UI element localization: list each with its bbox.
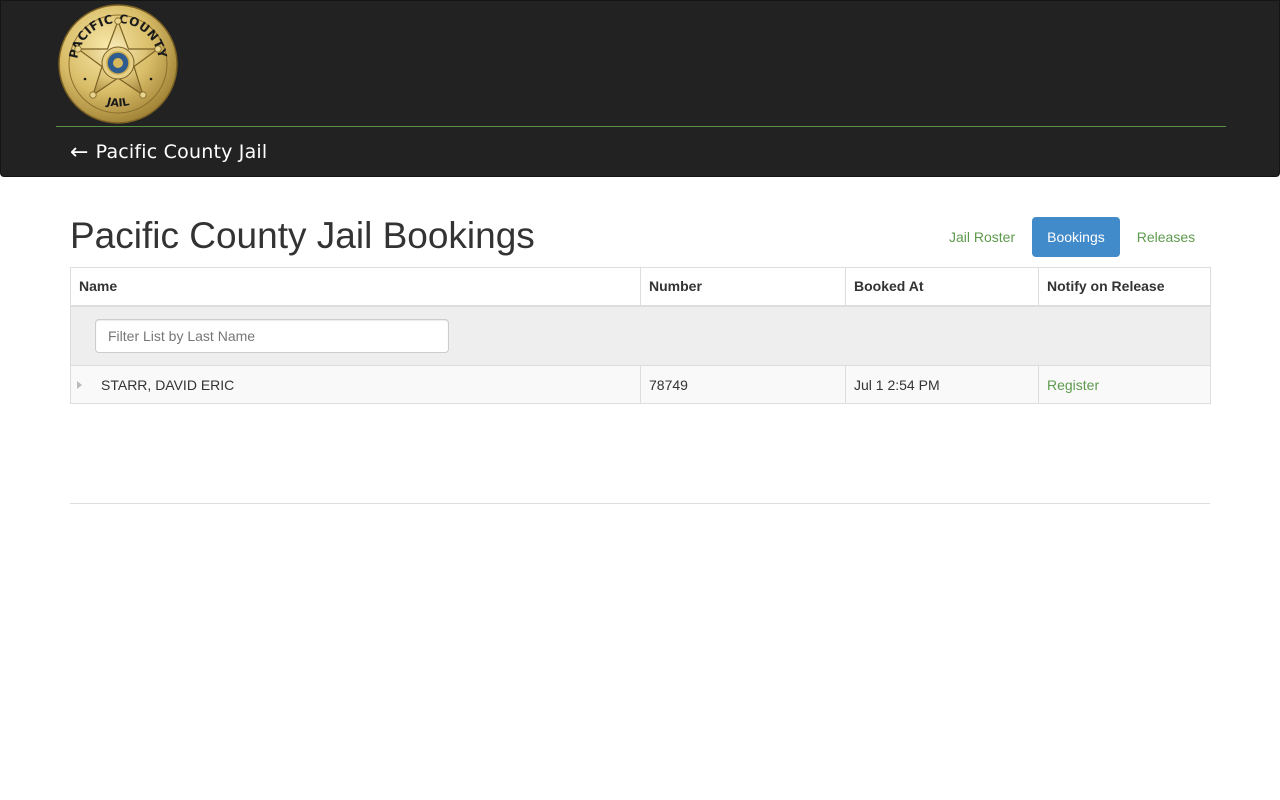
column-header-booked-at: Booked At — [845, 267, 1039, 307]
name-cell: STARR, DAVID ERIC — [70, 365, 641, 404]
back-to-jail-home-link[interactable]: ← Pacific County Jail — [70, 138, 267, 166]
last-name-filter-input[interactable] — [95, 318, 449, 353]
bookings-table-container: Name Number Booked At Notify on Release … — [70, 267, 1211, 404]
sheriff-star-badge-icon: PACIFIC COUNTY JAIL — [58, 4, 178, 124]
left-arrow-icon: ← — [70, 140, 89, 165]
column-header-notify-on-release: Notify on Release — [1038, 267, 1211, 307]
badge-bottom-text: JAIL — [105, 95, 131, 110]
view-nav-pills: Jail Roster Bookings Releases — [934, 217, 1210, 257]
table-header-row: Name Number Booked At Notify on Release — [70, 267, 1211, 307]
filter-row — [70, 305, 1211, 366]
column-header-number: Number — [640, 267, 846, 307]
header-divider — [56, 126, 1226, 127]
register-notify-link[interactable]: Register — [1047, 377, 1099, 393]
booked-at: Jul 1 2:54 PM — [845, 365, 1039, 404]
pacific-county-sheriff-badge-logo: PACIFIC COUNTY JAIL — [57, 3, 179, 125]
nav-pill-jail-roster[interactable]: Jail Roster — [934, 217, 1030, 257]
footer-divider — [70, 503, 1210, 504]
notify-cell: Register — [1038, 365, 1211, 404]
svg-text:JAIL: JAIL — [105, 95, 131, 110]
nav-pill-bookings[interactable]: Bookings — [1032, 217, 1120, 257]
table-row[interactable]: STARR, DAVID ERIC 78749 Jul 1 2:54 PM Re… — [70, 365, 1211, 404]
site-header: PACIFIC COUNTY JAIL ← Pacific County Jai… — [0, 0, 1280, 177]
inmate-name: STARR, DAVID ERIC — [101, 376, 235, 393]
column-header-name: Name — [70, 267, 641, 307]
expand-caret-icon[interactable] — [77, 380, 82, 389]
nav-pill-releases[interactable]: Releases — [1122, 217, 1210, 257]
filter-cell — [70, 305, 1211, 366]
back-link-label: Pacific County Jail — [95, 141, 268, 163]
booking-number: 78749 — [640, 365, 846, 404]
bookings-table: Name Number Booked At Notify on Release … — [70, 267, 1211, 404]
page-title: Pacific County Jail Bookings — [70, 215, 535, 256]
